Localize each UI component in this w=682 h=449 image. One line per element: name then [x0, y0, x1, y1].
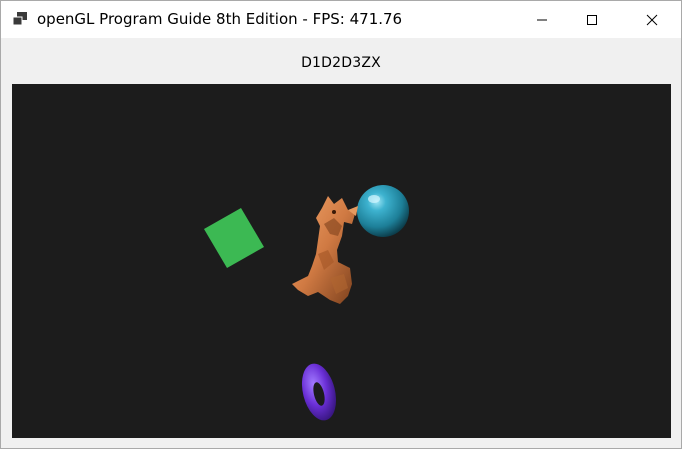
window-title: openGL Program Guide 8th Edition - FPS: … [37, 10, 403, 28]
client-label: D1D2D3ZX [301, 55, 381, 71]
maximize-icon [587, 14, 597, 25]
app-window-icon [12, 12, 27, 26]
purple-torus [301, 363, 337, 421]
minimize-button[interactable] [519, 1, 565, 38]
cyan-sphere [357, 185, 409, 237]
opengl-viewport[interactable] [12, 84, 671, 438]
scene-canvas [204, 185, 409, 421]
close-icon [646, 14, 658, 25]
app-window: openGL Program Guide 8th Edition - FPS: … [0, 0, 682, 449]
green-cube [204, 208, 264, 268]
title-bar[interactable]: openGL Program Guide 8th Edition - FPS: … [1, 1, 681, 38]
dragon-model [292, 196, 358, 304]
maximize-button[interactable] [569, 1, 615, 38]
close-button[interactable] [629, 1, 675, 38]
minimize-icon [537, 19, 547, 20]
